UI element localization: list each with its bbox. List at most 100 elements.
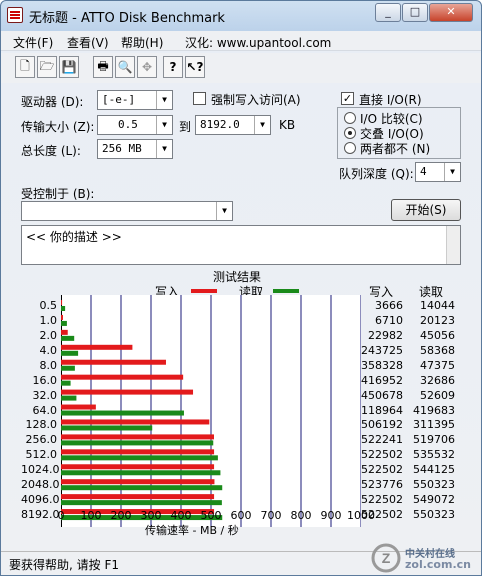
direct-io-checkbox[interactable]: ✓ [341, 92, 354, 105]
watermark-line2: zol.com.cn [405, 558, 471, 571]
write-bar [61, 434, 215, 440]
write-bar [61, 314, 63, 320]
x-tick-label: 400 [170, 509, 192, 522]
start-button[interactable]: 开始(S) [391, 199, 461, 221]
write-value-label: 22982 [368, 328, 403, 342]
write-bar [61, 329, 68, 335]
x-tick-label: 1000 [347, 509, 375, 522]
legend-read-swatch [273, 289, 299, 293]
write-value-label: 416952 [361, 373, 403, 387]
transfer-to-select[interactable]: 8192.0 ▼ [195, 115, 271, 135]
toolbar: 🗋 🗁 💾 🖶 🔍 ✥ ? ↖? [1, 53, 481, 83]
neither-radio[interactable] [344, 142, 356, 154]
print-icon[interactable]: 🖶 [93, 56, 113, 78]
minimize-button[interactable]: _ [375, 3, 401, 22]
write-bar [61, 449, 215, 455]
read-value-label: 47375 [420, 358, 455, 372]
chevron-down-icon: ▼ [254, 116, 270, 134]
write-bar [61, 389, 194, 395]
read-bar [61, 440, 214, 446]
x-tick-label: 800 [290, 509, 312, 522]
category-label: 64.0 [32, 403, 58, 417]
menu-view[interactable]: 查看(V) [67, 34, 109, 51]
description-field[interactable]: << 你的描述 >> [21, 225, 461, 265]
write-value-label: 6710 [375, 313, 403, 327]
force-write-checkbox[interactable] [193, 92, 206, 105]
write-value-label: 243725 [361, 343, 403, 357]
category-label: 1.0 [39, 313, 58, 327]
svg-text:Z: Z [382, 550, 391, 566]
write-bar [61, 344, 133, 350]
force-write-label: 强制写入访问(A) [211, 93, 301, 107]
x-tick-label: 900 [320, 509, 342, 522]
watermark: Z 中关村在线 zol.com.cn [369, 541, 479, 575]
x-tick-label: 200 [110, 509, 132, 522]
category-label: 2.0 [39, 328, 58, 342]
write-value-label: 3666 [375, 299, 403, 312]
write-bar [61, 374, 184, 380]
read-bar [61, 455, 218, 461]
read-bar [61, 410, 184, 416]
close-button[interactable]: ✕ [429, 3, 473, 22]
maximize-button[interactable]: □ [402, 3, 428, 22]
read-value-label: 52609 [420, 388, 455, 402]
read-value-label: 311395 [413, 418, 455, 432]
x-tick-label: 300 [140, 509, 162, 522]
help-icon[interactable]: ? [163, 56, 183, 78]
move-icon[interactable]: ✥ [137, 56, 157, 78]
read-value-label: 419683 [413, 403, 455, 417]
print-preview-icon[interactable]: 🔍 [115, 56, 135, 78]
queue-depth-label: 队列深度 (Q): [339, 167, 414, 181]
category-label: 32.0 [32, 388, 58, 402]
total-length-select[interactable]: 256 MB ▼ [97, 139, 173, 159]
x-tick-label: 0 [57, 509, 65, 522]
chart-plot-area [60, 295, 362, 527]
chart-svg [60, 295, 362, 527]
queue-depth-select[interactable]: 4 ▼ [415, 162, 461, 182]
read-value-label: 549072 [413, 493, 455, 507]
transfer-from-value: 0.5 [118, 118, 138, 131]
open-icon[interactable]: 🗁 [37, 56, 57, 78]
new-icon[interactable]: 🗋 [15, 56, 35, 78]
category-label: 256.0 [25, 433, 58, 447]
save-icon[interactable]: 💾 [59, 56, 79, 78]
x-tick-label: 600 [230, 509, 252, 522]
drive-label: 驱动器 (D): [21, 95, 84, 109]
category-label: 2048.0 [21, 478, 60, 492]
controlled-by-select[interactable]: ▼ [21, 201, 233, 221]
chevron-down-icon: ▼ [156, 140, 172, 158]
write-value-label: 118964 [361, 403, 403, 417]
menu-help[interactable]: 帮助(H) [121, 34, 163, 51]
io-compare-radio[interactable] [344, 112, 356, 124]
x-tick-label: 100 [80, 509, 102, 522]
menu-file[interactable]: 文件(F) [13, 34, 53, 51]
x-tick-label: 500 [200, 509, 222, 522]
read-bar [61, 350, 79, 356]
neither-label: 两者都不 (N) [360, 142, 431, 156]
description-scrollbar[interactable] [446, 226, 460, 264]
chevron-down-icon: ▼ [216, 202, 232, 220]
write-bar [61, 419, 210, 425]
queue-depth-value: 4 [420, 165, 427, 178]
drive-select[interactable]: [-e-] ▼ [97, 90, 173, 110]
chevron-down-icon: ▼ [156, 116, 172, 134]
category-label: 128.0 [25, 418, 58, 432]
controlled-by-label: 受控制于 (B): [21, 187, 95, 201]
whats-this-icon[interactable]: ↖? [185, 56, 205, 78]
read-value-label: 544125 [413, 463, 455, 477]
legend-write-swatch [191, 289, 217, 293]
overlapped-io-radio[interactable] [344, 127, 356, 139]
category-label: 1024.0 [21, 463, 60, 477]
read-bar [61, 365, 75, 371]
read-bar [61, 395, 77, 401]
direct-io-label: 直接 I/O(R) [359, 93, 422, 107]
menu-localized-credit[interactable]: 汉化: www.upantool.com [185, 34, 331, 51]
write-value-label: 506192 [361, 418, 403, 432]
x-axis-label: 传输速率 - MB / 秒 [145, 524, 239, 537]
read-bar [61, 485, 223, 491]
category-label: 16.0 [32, 373, 58, 387]
transfer-from-select[interactable]: 0.5 ▼ [97, 115, 173, 135]
write-bar [61, 300, 63, 305]
status-text: 要获得帮助, 请按 F1 [9, 558, 119, 572]
read-bar [61, 335, 75, 341]
